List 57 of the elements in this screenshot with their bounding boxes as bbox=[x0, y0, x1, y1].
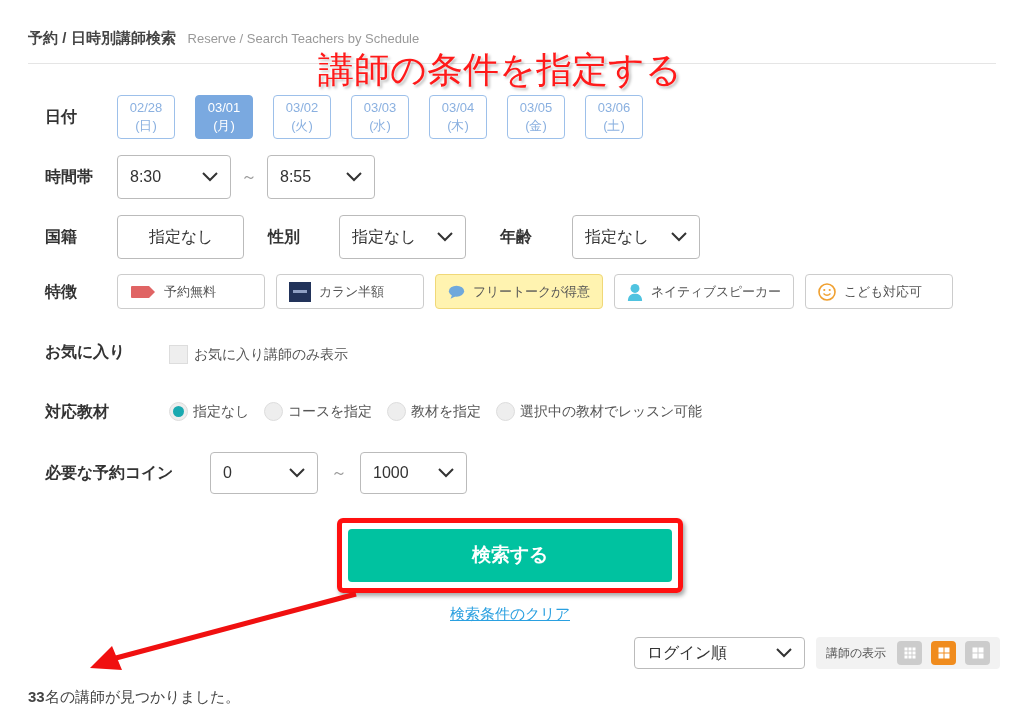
field-label: 時間帯 bbox=[45, 166, 94, 187]
page-subtitle: Reserve / Search Teachers by Schedule bbox=[187, 30, 420, 48]
radio-label: 指定なし bbox=[193, 402, 249, 421]
field-label: お気に入り bbox=[45, 341, 126, 362]
dropdown[interactable]: 8:30 bbox=[117, 154, 231, 199]
grid-icon bbox=[903, 647, 916, 659]
nationality-button[interactable]: 指定なし bbox=[117, 214, 244, 259]
page-title: 予約 / 日時別講師検索 bbox=[28, 28, 176, 48]
person-icon bbox=[627, 281, 643, 302]
grid-icon bbox=[937, 647, 950, 659]
range-separator: ～ bbox=[331, 462, 347, 483]
view-toggle-button[interactable] bbox=[931, 641, 956, 665]
view-label: 講師の表示 bbox=[826, 645, 886, 662]
tag-icon bbox=[130, 284, 156, 299]
checkbox[interactable] bbox=[169, 344, 188, 364]
chevron-down-icon bbox=[671, 231, 687, 242]
range-separator: ～ bbox=[241, 166, 257, 187]
field-label: 国籍 bbox=[45, 226, 78, 247]
field-label: 性別 bbox=[268, 226, 301, 247]
feature-filter[interactable]: ネイティブスピーカー bbox=[614, 274, 794, 309]
field-label: 必要な予約コイン bbox=[45, 462, 174, 484]
radio-label: コースを指定 bbox=[288, 402, 372, 421]
radio-label: 選択中の教材でレッスン可能 bbox=[520, 402, 702, 421]
annotation-text: 講師の条件を指定する bbox=[318, 48, 682, 92]
grid-icon bbox=[971, 647, 984, 659]
feature-filter[interactable]: フリートークが得意 bbox=[435, 274, 603, 309]
feature-filter[interactable]: こども対応可 bbox=[805, 274, 953, 309]
radio-label: 教材を指定 bbox=[411, 402, 481, 421]
smiley-icon bbox=[818, 282, 836, 301]
chevron-down-icon bbox=[346, 171, 362, 182]
view-toggle-button[interactable] bbox=[897, 641, 922, 665]
radio-button[interactable] bbox=[169, 402, 188, 421]
feature-filter[interactable]: 予約無料 bbox=[117, 274, 265, 309]
speech-bubble-icon bbox=[448, 283, 465, 300]
radio-button[interactable] bbox=[264, 402, 283, 421]
field-label: 特徴 bbox=[45, 281, 78, 302]
chevron-down-icon bbox=[289, 467, 305, 478]
dropdown[interactable]: 1000 bbox=[360, 451, 467, 494]
dropdown[interactable]: 指定なし bbox=[572, 214, 700, 259]
result-count: 33名の講師が見つかりました。 bbox=[28, 688, 240, 705]
banner-icon bbox=[289, 281, 311, 302]
field-label: 年齢 bbox=[500, 226, 533, 247]
field-label: 対応教材 bbox=[45, 401, 110, 422]
view-toggle-button[interactable] bbox=[965, 641, 990, 665]
chevron-down-icon bbox=[202, 171, 218, 182]
dropdown[interactable]: ログイン順 bbox=[634, 637, 805, 669]
chevron-down-icon bbox=[437, 231, 453, 242]
chevron-down-icon bbox=[776, 648, 792, 658]
radio-button[interactable] bbox=[387, 402, 406, 421]
feature-filter[interactable]: カラン半額 bbox=[276, 274, 424, 309]
chevron-down-icon bbox=[438, 467, 454, 478]
dropdown[interactable]: 0 bbox=[210, 451, 318, 494]
dropdown[interactable]: 指定なし bbox=[339, 214, 466, 259]
checkbox-label: お気に入り講師のみ表示 bbox=[194, 344, 348, 364]
field-label: 日付 bbox=[45, 106, 78, 127]
radio-button[interactable] bbox=[496, 402, 515, 421]
dropdown[interactable]: 8:55 bbox=[267, 154, 375, 199]
